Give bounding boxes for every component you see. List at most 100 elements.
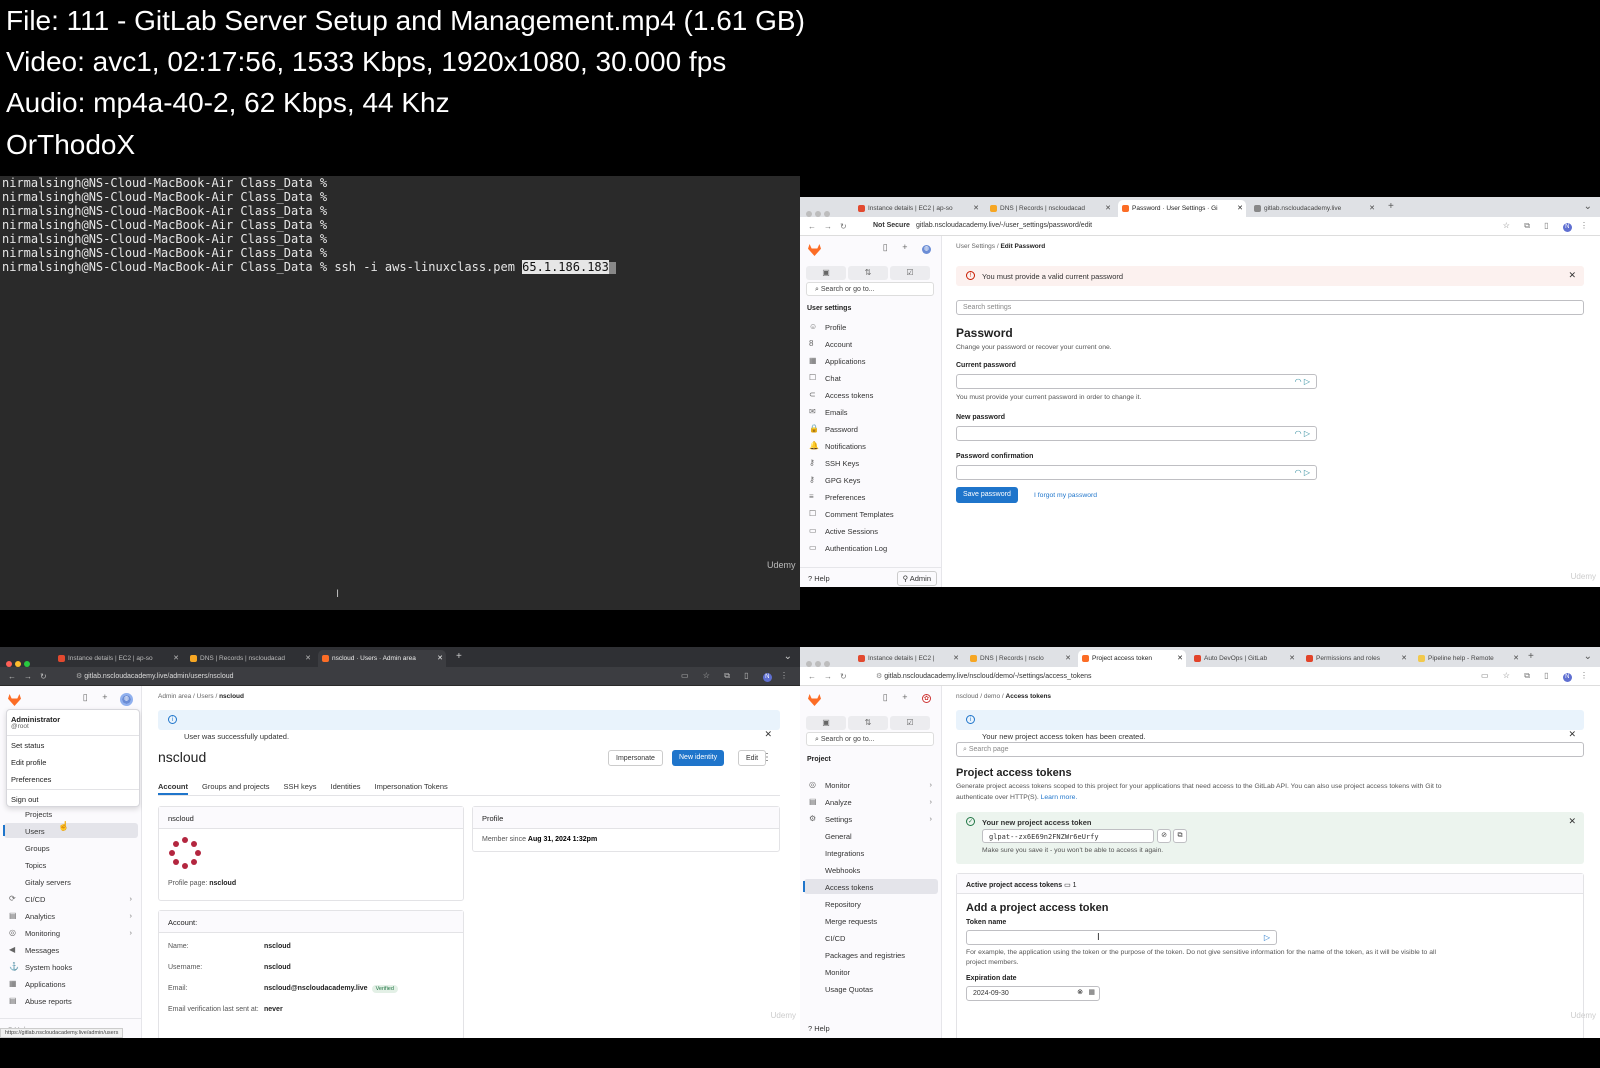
- tab-project-access-token[interactable]: Project access token ✕: [1078, 650, 1186, 667]
- new-password-field[interactable]: ◠ ▷: [956, 426, 1317, 441]
- sidebar-item-authentication-log[interactable]: ▭ Authentication Log: [804, 540, 938, 555]
- close-icon[interactable]: ✕: [764, 714, 772, 755]
- nav-buttons[interactable]: ←→↻: [808, 672, 855, 681]
- impersonate-button[interactable]: Impersonate: [608, 750, 663, 766]
- tab-list-chevron-icon[interactable]: ⌄: [1584, 651, 1592, 662]
- sidebar-item-groups[interactable]: Groups: [4, 840, 138, 855]
- url-field[interactable]: ⚙ gitlab.nscloudacademy.live/nscloud/dem…: [876, 672, 1092, 680]
- password-confirmation-field[interactable]: ◠ ▷: [956, 465, 1317, 480]
- sidebar-item-active-sessions[interactable]: ▭ Active Sessions: [804, 523, 938, 538]
- new-tab-button[interactable]: +: [1528, 651, 1534, 662]
- sidebar-item-webhooks[interactable]: Webhooks: [804, 862, 938, 877]
- sidebar-item-profile[interactable]: ☺ Profile: [804, 319, 938, 334]
- edit-profile-item[interactable]: Edit profile: [11, 758, 46, 767]
- sidebar-item-monitor[interactable]: Monitor: [804, 964, 938, 979]
- search-input[interactable]: ⌕ Search or go to...: [806, 282, 934, 296]
- sidebar-item-password[interactable]: 🔒 Password: [804, 421, 938, 436]
- sidebar-item-users[interactable]: Users: [3, 823, 138, 838]
- sign-out-item[interactable]: Sign out: [11, 795, 39, 804]
- tab-admin-user[interactable]: nscloud · Users · Admin area ✕: [318, 650, 446, 667]
- url-field[interactable]: ⚙ gitlab.nscloudacademy.live/admin/users…: [76, 672, 234, 680]
- tab-dns[interactable]: DNS | Records | nscloudacad ✕: [186, 650, 314, 667]
- search-page-input[interactable]: ⌕ Search page: [956, 742, 1584, 757]
- more-actions-icon[interactable]: ⋮: [762, 752, 772, 763]
- tab-groups-projects[interactable]: Groups and projects: [202, 776, 270, 795]
- browser-actions[interactable]: ☆ ⧉ ▯ N ⋮: [1503, 221, 1594, 232]
- selected-ip[interactable]: 65.1.186.183: [522, 260, 609, 274]
- sidebar-item-preferences[interactable]: ≡ Preferences: [804, 489, 938, 504]
- sidebar-item-messages[interactable]: ◀ Messages: [4, 942, 138, 957]
- sidebar-item-topics[interactable]: Topics: [4, 857, 138, 872]
- terminal-window[interactable]: nirmalsingh@NS-Cloud-MacBook-Air Class_D…: [0, 176, 800, 610]
- expiration-date-field[interactable]: 2024-09-30 ⊗ ▦: [966, 986, 1100, 1001]
- sidebar-item-ci-cd[interactable]: CI/CD: [804, 930, 938, 945]
- gitlab-logo-icon[interactable]: [808, 244, 821, 256]
- sidebar-item-notifications[interactable]: 🔔 Notifications: [804, 438, 938, 453]
- tab-impersonation-tokens[interactable]: Impersonation Tokens: [375, 776, 448, 795]
- token-value-field[interactable]: glpat--zx6E69n2FNZWr6eUrfy: [982, 829, 1154, 843]
- sidebar-item-emails[interactable]: ✉ Emails: [804, 404, 938, 419]
- sidebar-item-system-hooks[interactable]: ⚓ System hooks: [4, 959, 138, 974]
- forgot-password-link[interactable]: I forgot my password: [1034, 492, 1097, 499]
- preferences-item[interactable]: Preferences: [11, 775, 51, 784]
- sidebar-item-monitor[interactable]: ◎ Monitor ›: [804, 777, 938, 792]
- reveal-token-icon[interactable]: ⊘: [1157, 829, 1171, 843]
- tab-ec2[interactable]: Instance details | EC2 | ✕: [854, 650, 962, 667]
- sidebar-item-account[interactable]: 8 Account: [804, 336, 938, 351]
- current-password-field[interactable]: ◠ ▷: [956, 374, 1317, 389]
- admin-button[interactable]: ⚲ Admin: [896, 571, 937, 586]
- clear-icon[interactable]: ⊗: [1077, 988, 1083, 996]
- tab-dns[interactable]: DNS | Records | nsclo ✕: [966, 650, 1074, 667]
- sidebar-item-integrations[interactable]: Integrations: [804, 845, 938, 860]
- sidebar-item-access-tokens[interactable]: ⊂ Access tokens: [804, 387, 938, 402]
- browser-actions[interactable]: ▭ ☆ ⧉ ▯ N ⋮: [1481, 671, 1594, 682]
- save-password-button[interactable]: Save password: [956, 487, 1018, 503]
- sidebar-item-gitaly-servers[interactable]: Gitaly servers: [4, 874, 138, 889]
- url-field[interactable]: Not Secure gitlab.nscloudacademy.live/-/u…: [873, 222, 1092, 229]
- tab-list-chevron-icon[interactable]: ⌄: [784, 651, 792, 662]
- sidebar-item-merge-requests[interactable]: Merge requests: [804, 913, 938, 928]
- close-icon[interactable]: ✕: [1568, 816, 1576, 827]
- tab-password[interactable]: Password · User Settings · Gi ✕: [1118, 200, 1246, 217]
- sidebar-item-repository[interactable]: Repository: [804, 896, 938, 911]
- sidebar-item-ssh-keys[interactable]: ⚷ SSH Keys: [804, 455, 938, 470]
- nav-buttons[interactable]: ←→↻: [808, 222, 855, 231]
- search-settings-input[interactable]: Search settings: [956, 300, 1584, 315]
- sidebar-item-applications[interactable]: ▦ Applications: [804, 353, 938, 368]
- sidebar-shortcuts[interactable]: ▣ ⇅ ☑: [806, 262, 934, 280]
- search-input[interactable]: ⌕ Search or go to...: [806, 732, 934, 746]
- tab-list-chevron-icon[interactable]: ⌄: [1584, 201, 1592, 212]
- sidebar-item-abuse-reports[interactable]: ▤ Abuse reports: [4, 993, 138, 1008]
- new-tab-button[interactable]: +: [456, 651, 462, 662]
- tab-gitlab[interactable]: gitlab.nscloudacademy.live ✕: [1250, 200, 1378, 217]
- copy-token-icon[interactable]: ⧉: [1173, 829, 1187, 843]
- gitlab-logo-icon[interactable]: [808, 694, 821, 706]
- tab-ec2[interactable]: Instance details | EC2 | ap-so ✕: [54, 650, 182, 667]
- calendar-icon[interactable]: ▦: [1088, 988, 1095, 996]
- sidebar-item-monitoring[interactable]: ◎ Monitoring ›: [4, 925, 138, 940]
- close-icon[interactable]: ✕: [1568, 270, 1576, 281]
- tab-ssh-keys[interactable]: SSH keys: [284, 776, 317, 795]
- tab-dns[interactable]: DNS | Records | nscloudacad ✕: [986, 200, 1114, 217]
- sidebar-item-chat[interactable]: ☐ Chat: [804, 370, 938, 385]
- sidebar-item-analytics[interactable]: ▤ Analytics ›: [4, 908, 138, 923]
- sidebar-item-analyze[interactable]: ▤ Analyze ›: [804, 794, 938, 809]
- new-identity-button[interactable]: New identity: [672, 750, 725, 766]
- sidebar-item-access-tokens[interactable]: Access tokens: [803, 879, 938, 894]
- sidebar-top-actions[interactable]: ▯ + ◍: [83, 692, 133, 706]
- sidebar-item-usage-quotas[interactable]: Usage Quotas: [804, 981, 938, 996]
- help-link[interactable]: ? Help: [808, 574, 830, 583]
- help-link[interactable]: ? Help: [808, 1024, 830, 1033]
- sidebar-item-comment-templates[interactable]: ☐ Comment Templates: [804, 506, 938, 521]
- browser-actions[interactable]: ▭ ☆ ⧉ ▯ N ⋮: [681, 671, 794, 682]
- gitlab-logo-icon[interactable]: [8, 694, 21, 706]
- sidebar-shortcuts[interactable]: ▣ ⇅ ☑: [806, 712, 934, 730]
- tab-account[interactable]: Account: [158, 776, 188, 795]
- nav-buttons[interactable]: ←→↻: [8, 672, 55, 681]
- breadcrumb-item[interactable]: User Settings: [956, 243, 995, 250]
- tab-auto-devops[interactable]: Auto DevOps | GitLab ✕: [1190, 650, 1298, 667]
- sidebar-item-projects[interactable]: Projects: [4, 806, 138, 821]
- sidebar-item-settings[interactable]: ⚙ Settings ›: [804, 811, 938, 826]
- sidebar-item-general[interactable]: General: [804, 828, 938, 843]
- new-tab-button[interactable]: +: [1388, 201, 1394, 212]
